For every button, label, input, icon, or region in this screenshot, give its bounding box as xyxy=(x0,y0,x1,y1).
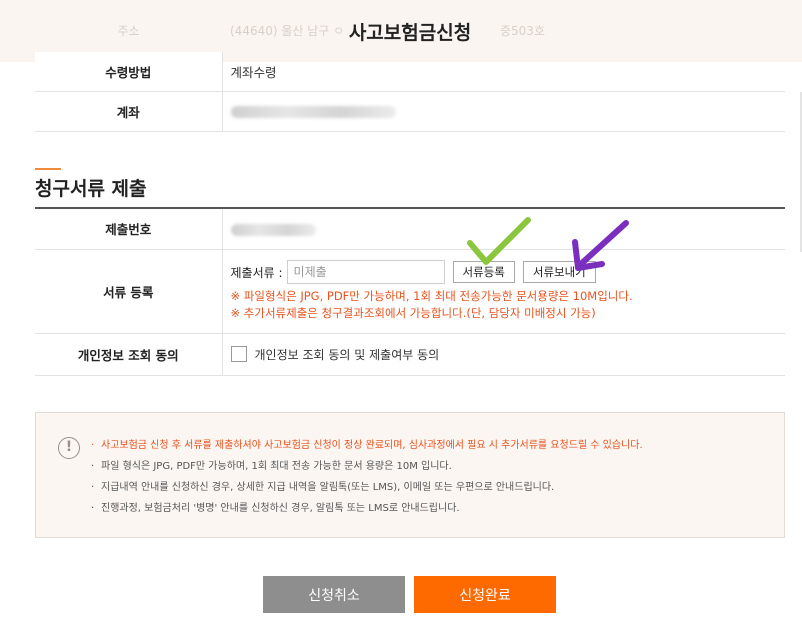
notice-list: · 사고보험금 신청 후 서류를 제출하셔야 사고보험금 신청이 정상 완료되며,… xyxy=(91,435,643,519)
privacy-consent-checkbox-label[interactable]: 개인정보 조회 동의 및 제출여부 동의 xyxy=(255,346,440,363)
account-label: 계좌 xyxy=(35,91,223,132)
document-register-cell: 제출서류 : 서류등록 서류보내기 ※ 파일형식은 JPG, PDF만 가능하며… xyxy=(222,249,786,334)
exclamation-icon: ! xyxy=(58,437,80,459)
submission-number-value xyxy=(222,208,785,250)
list-item: · 사고보험금 신청 후 서류를 제출하셔야 사고보험금 신청이 정상 완료되며,… xyxy=(91,440,643,451)
privacy-consent-checkbox-group[interactable]: 개인정보 조회 동의 및 제출여부 동의 xyxy=(230,346,786,363)
notice-text: 사고보험금 신청 후 서류를 제출하셔야 사고보험금 신청이 정상 완료되며, … xyxy=(101,440,643,451)
table-row: 제출번호 xyxy=(35,208,785,250)
privacy-consent-cell: 개인정보 조회 동의 및 제출여부 동의 xyxy=(222,333,786,376)
account-value-redacted xyxy=(230,106,396,118)
table-row: 서류 등록 제출서류 : 서류등록 서류보내기 ※ 파일형식은 JPG, PDF… xyxy=(35,249,786,334)
document-upload-line: 제출서류 : 서류등록 서류보내기 xyxy=(231,260,786,284)
send-document-button[interactable]: 서류보내기 xyxy=(522,261,596,283)
document-register-label: 서류 등록 xyxy=(35,249,223,334)
submission-number-redacted xyxy=(230,223,316,236)
table-row: 개인정보 조회 동의 개인정보 조회 동의 및 제출여부 동의 xyxy=(35,333,786,376)
notice-text: 파일 형식은 JPG, PDF만 가능하며, 1회 최대 전송 가능한 문서 용… xyxy=(101,461,452,472)
cancel-button[interactable]: 신청취소 xyxy=(263,576,405,613)
document-submission-table: 제출번호 서류 등록 제출서류 : 서류등록 서류보내기 ※ 파일형식은 JPG… xyxy=(35,207,785,376)
additional-document-warning: ※ 추가서류제출은 청구결과조회에서 가능합니다.(단, 담당자 미배정시 가능… xyxy=(230,306,596,320)
register-document-button[interactable]: 서류등록 xyxy=(452,261,515,283)
table-row: 수령방법 계좌수령 xyxy=(35,52,785,92)
table-row: 계좌 xyxy=(35,91,785,132)
notice-text: 지급내역 안내를 신청하신 경우, 상세한 지급 내역을 알림톡(또는 LMS)… xyxy=(101,482,555,493)
modal-title: 사고보험금신청 xyxy=(348,22,472,44)
claim-page: 주소 (44640) 울산 남구 ㅇ 중503호 사고보험금신청 수령방법 계좌… xyxy=(0,0,802,637)
submit-button[interactable]: 신청완료 xyxy=(414,576,556,613)
claim-info-table: 수령방법 계좌수령 계좌 xyxy=(35,52,785,132)
section-accent-bar xyxy=(35,168,61,170)
list-item: · 파일 형식은 JPG, PDF만 가능하며, 1회 최대 전송 가능한 문서 … xyxy=(91,461,452,472)
privacy-consent-checkbox[interactable] xyxy=(230,346,247,362)
document-field-label: 제출서류 : xyxy=(230,265,283,280)
payment-method-label: 수령방법 xyxy=(35,52,223,92)
payment-method-value: 계좌수령 xyxy=(222,52,785,92)
submission-number-label: 제출번호 xyxy=(35,208,223,250)
list-item: · 진행과정, 보험금처리 '병명' 안내를 신청하신 경우, 알림톡 또는 LM… xyxy=(91,503,460,514)
file-format-warning: ※ 파일형식은 JPG, PDF만 가능하며, 1회 최대 전송가능한 문서용량… xyxy=(230,289,633,303)
account-value xyxy=(222,91,785,132)
notice-box: ! · 사고보험금 신청 후 서류를 제출하셔야 사고보험금 신청이 정상 완료되… xyxy=(35,412,785,538)
document-input[interactable] xyxy=(286,260,445,284)
privacy-consent-label: 개인정보 조회 동의 xyxy=(35,333,223,376)
list-item: · 지급내역 안내를 신청하신 경우, 상세한 지급 내역을 알림톡(또는 LMS… xyxy=(91,482,555,493)
section-title: 청구서류 제출 xyxy=(35,178,147,200)
notice-text: 진행과정, 보험금처리 '병명' 안내를 신청하신 경우, 알림톡 또는 LMS… xyxy=(101,503,460,514)
